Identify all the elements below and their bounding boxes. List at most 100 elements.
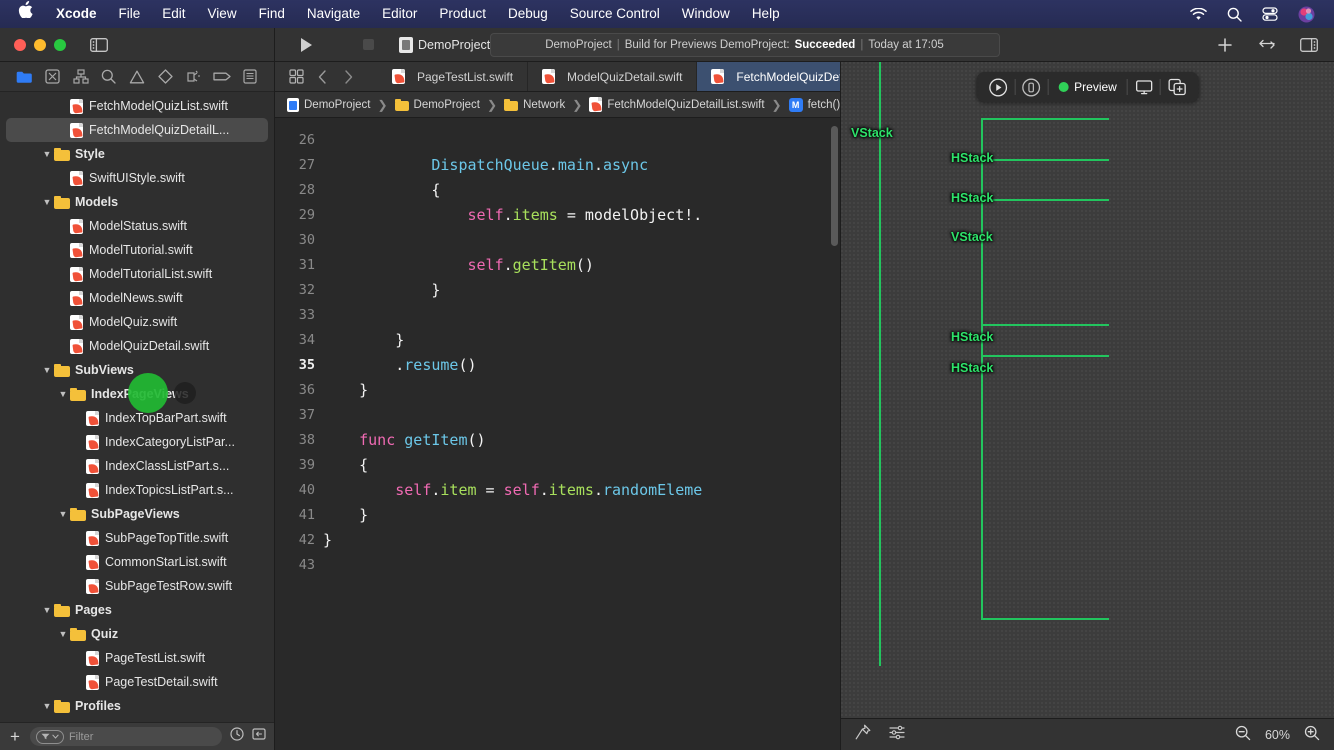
menu-item-help[interactable]: Help	[741, 0, 791, 28]
tree-file-row[interactable]: ▼ModelTutorial.swift	[0, 238, 274, 262]
tree-folder-row[interactable]: ▼ Profiles	[0, 694, 274, 718]
tree-folder-row[interactable]: ▼ Style	[0, 142, 274, 166]
code-line[interactable]: }	[323, 278, 840, 303]
tree-file-row[interactable]: ▼ModelNews.swift	[0, 286, 274, 310]
minimize-button[interactable]	[34, 38, 46, 51]
code-line[interactable]: self.getItem()	[323, 253, 840, 278]
add-icon[interactable]	[1214, 35, 1236, 55]
chevron-down-icon[interactable]: ▼	[40, 365, 54, 375]
editor-tab[interactable]: ModelQuizDetail.swift	[528, 62, 698, 91]
menu-item-navigate[interactable]: Navigate	[296, 0, 371, 28]
tree-file-row[interactable]: ▼ModelQuiz.swift	[0, 310, 274, 334]
code-line[interactable]: func getItem()	[323, 428, 840, 453]
code-line[interactable]: DispatchQueue.main.async	[323, 153, 840, 178]
menu-item-edit[interactable]: Edit	[151, 0, 196, 28]
tree-file-row[interactable]: ▼FetchModelQuizDetailL...	[6, 118, 268, 142]
apple-logo-icon[interactable]	[12, 0, 45, 28]
tree-file-row[interactable]: ▼SubPageTopTitle.swift	[0, 526, 274, 550]
code-line[interactable]: .resume()	[323, 353, 840, 378]
tree-file-row[interactable]: ▼ModelQuizDetail.swift	[0, 334, 274, 358]
navigate-forward-icon[interactable]	[337, 66, 359, 88]
tree-folder-row[interactable]: ▼ Pages	[0, 598, 274, 622]
tree-file-row[interactable]: ▼PageTestList.swift	[0, 646, 274, 670]
chevron-down-icon[interactable]: ▼	[56, 629, 70, 639]
chevron-down-icon[interactable]: ▼	[40, 605, 54, 615]
menu-item-debug[interactable]: Debug	[497, 0, 559, 28]
tree-folder-row[interactable]: ▼ Quiz	[0, 622, 274, 646]
code-line[interactable]	[323, 128, 840, 153]
sidebar-item-source-control-navigator[interactable]	[41, 67, 63, 87]
code-line[interactable]: {	[323, 178, 840, 203]
stop-icon[interactable]	[357, 35, 379, 55]
code-line[interactable]: self.items = modelObject!.	[323, 203, 840, 228]
related-items-icon[interactable]	[285, 66, 307, 88]
search-icon[interactable]	[1224, 4, 1244, 24]
play-circle-icon[interactable]	[982, 74, 1014, 100]
breadcrumb-item[interactable]: DemoProject	[287, 97, 370, 112]
zoom-out-icon[interactable]	[1235, 725, 1251, 744]
siri-icon[interactable]	[1296, 4, 1316, 24]
tree-file-row[interactable]: ▼ModelStatus.swift	[0, 214, 274, 238]
code-line[interactable]	[323, 303, 840, 328]
tree-file-row[interactable]: ▼IndexClassListPart.s...	[0, 454, 274, 478]
close-button[interactable]	[14, 38, 26, 51]
chevron-down-icon[interactable]: ▼	[56, 389, 70, 399]
tree-file-row[interactable]: ▼CommonStarList.swift	[0, 550, 274, 574]
chevron-down-icon[interactable]: ▼	[40, 149, 54, 159]
menu-item-xcode[interactable]: Xcode	[45, 0, 108, 28]
inspect-icon[interactable]	[1015, 74, 1047, 100]
sidebar-item-symbol-navigator[interactable]	[70, 67, 92, 87]
pin-icon[interactable]	[855, 724, 871, 745]
sliders-icon[interactable]	[889, 725, 906, 745]
editor-tab[interactable]: PageTestList.swift	[378, 62, 529, 91]
menu-item-source-control[interactable]: Source Control	[559, 0, 671, 28]
code-line[interactable]: self.item = self.items.randomEleme	[323, 478, 840, 503]
filter-scope-icon[interactable]	[35, 729, 64, 744]
code-line[interactable]: }	[323, 528, 840, 553]
editor-scrollbar[interactable]	[831, 126, 838, 246]
code-editor[interactable]: 26 27 28 29 30 31 32 33 34 35 36 37 38 39 40 41 42 43 Dis…	[275, 118, 840, 750]
source-code[interactable]: DispatchQueue.main.async { self.items = …	[323, 118, 840, 750]
breadcrumb-item[interactable]: DemoProject	[394, 98, 480, 111]
menu-item-editor[interactable]: Editor	[371, 0, 428, 28]
zoom-level[interactable]: 60%	[1265, 728, 1290, 742]
sidebar-item-report-navigator[interactable]	[239, 67, 261, 87]
swap-editor-icon[interactable]	[1256, 35, 1278, 55]
navigate-back-icon[interactable]	[311, 66, 333, 88]
tree-file-row[interactable]: ▼IndexTopicsListPart.s...	[0, 478, 274, 502]
breadcrumb[interactable]: DemoProject ❯ DemoProject ❯ Network ❯ FetchMod…	[275, 92, 840, 118]
menu-item-file[interactable]: File	[108, 0, 152, 28]
code-line[interactable]: }	[323, 328, 840, 353]
tree-file-row[interactable]: ▼SubPageTestRow.swift	[0, 574, 274, 598]
zoom-button[interactable]	[54, 38, 66, 51]
chevron-down-icon[interactable]: ▼	[40, 197, 54, 207]
add-file-button[interactable]: +	[8, 728, 22, 745]
wifi-icon[interactable]	[1188, 4, 1208, 24]
breadcrumb-item[interactable]: FetchModelQuizDetailList.swift	[589, 97, 765, 112]
filter-input[interactable]: Filter	[29, 727, 222, 746]
code-line[interactable]	[323, 403, 840, 428]
code-line[interactable]: }	[323, 503, 840, 528]
sidebar-toggle-icon[interactable]	[88, 35, 110, 55]
tree-file-row[interactable]: ▼FetchModelQuizList.swift	[0, 94, 274, 118]
menu-item-find[interactable]: Find	[248, 0, 296, 28]
sidebar-item-test-navigator[interactable]	[154, 67, 176, 87]
project-file-tree[interactable]: ▼FetchModelQuizList.swift▼FetchModelQuiz…	[0, 92, 274, 722]
chevron-down-icon[interactable]: ▼	[40, 701, 54, 711]
sidebar-item-debug-navigator[interactable]	[182, 67, 204, 87]
sidebar-item-find-navigator[interactable]	[98, 67, 120, 87]
chevron-down-icon[interactable]: ▼	[56, 509, 70, 519]
code-line[interactable]: {	[323, 453, 840, 478]
code-line[interactable]: }	[323, 378, 840, 403]
preview-status[interactable]: Preview	[1048, 80, 1127, 94]
menu-item-product[interactable]: Product	[428, 0, 497, 28]
control-center-icon[interactable]	[1260, 4, 1280, 24]
build-status-bar[interactable]: DemoProject | Build for Previews DemoPro…	[489, 32, 1000, 57]
tree-file-row[interactable]: ▼IndexCategoryListPar...	[0, 430, 274, 454]
inspector-toggle-icon[interactable]	[1298, 35, 1320, 55]
sidebar-item-issue-navigator[interactable]	[126, 67, 148, 87]
breadcrumb-item[interactable]: Network	[504, 98, 565, 111]
tree-file-row[interactable]: ▼PageTestDetail.swift	[0, 670, 274, 694]
sidebar-item-project-navigator[interactable]	[13, 67, 35, 87]
tree-file-row[interactable]: ▼SwiftUIStyle.swift	[0, 166, 274, 190]
